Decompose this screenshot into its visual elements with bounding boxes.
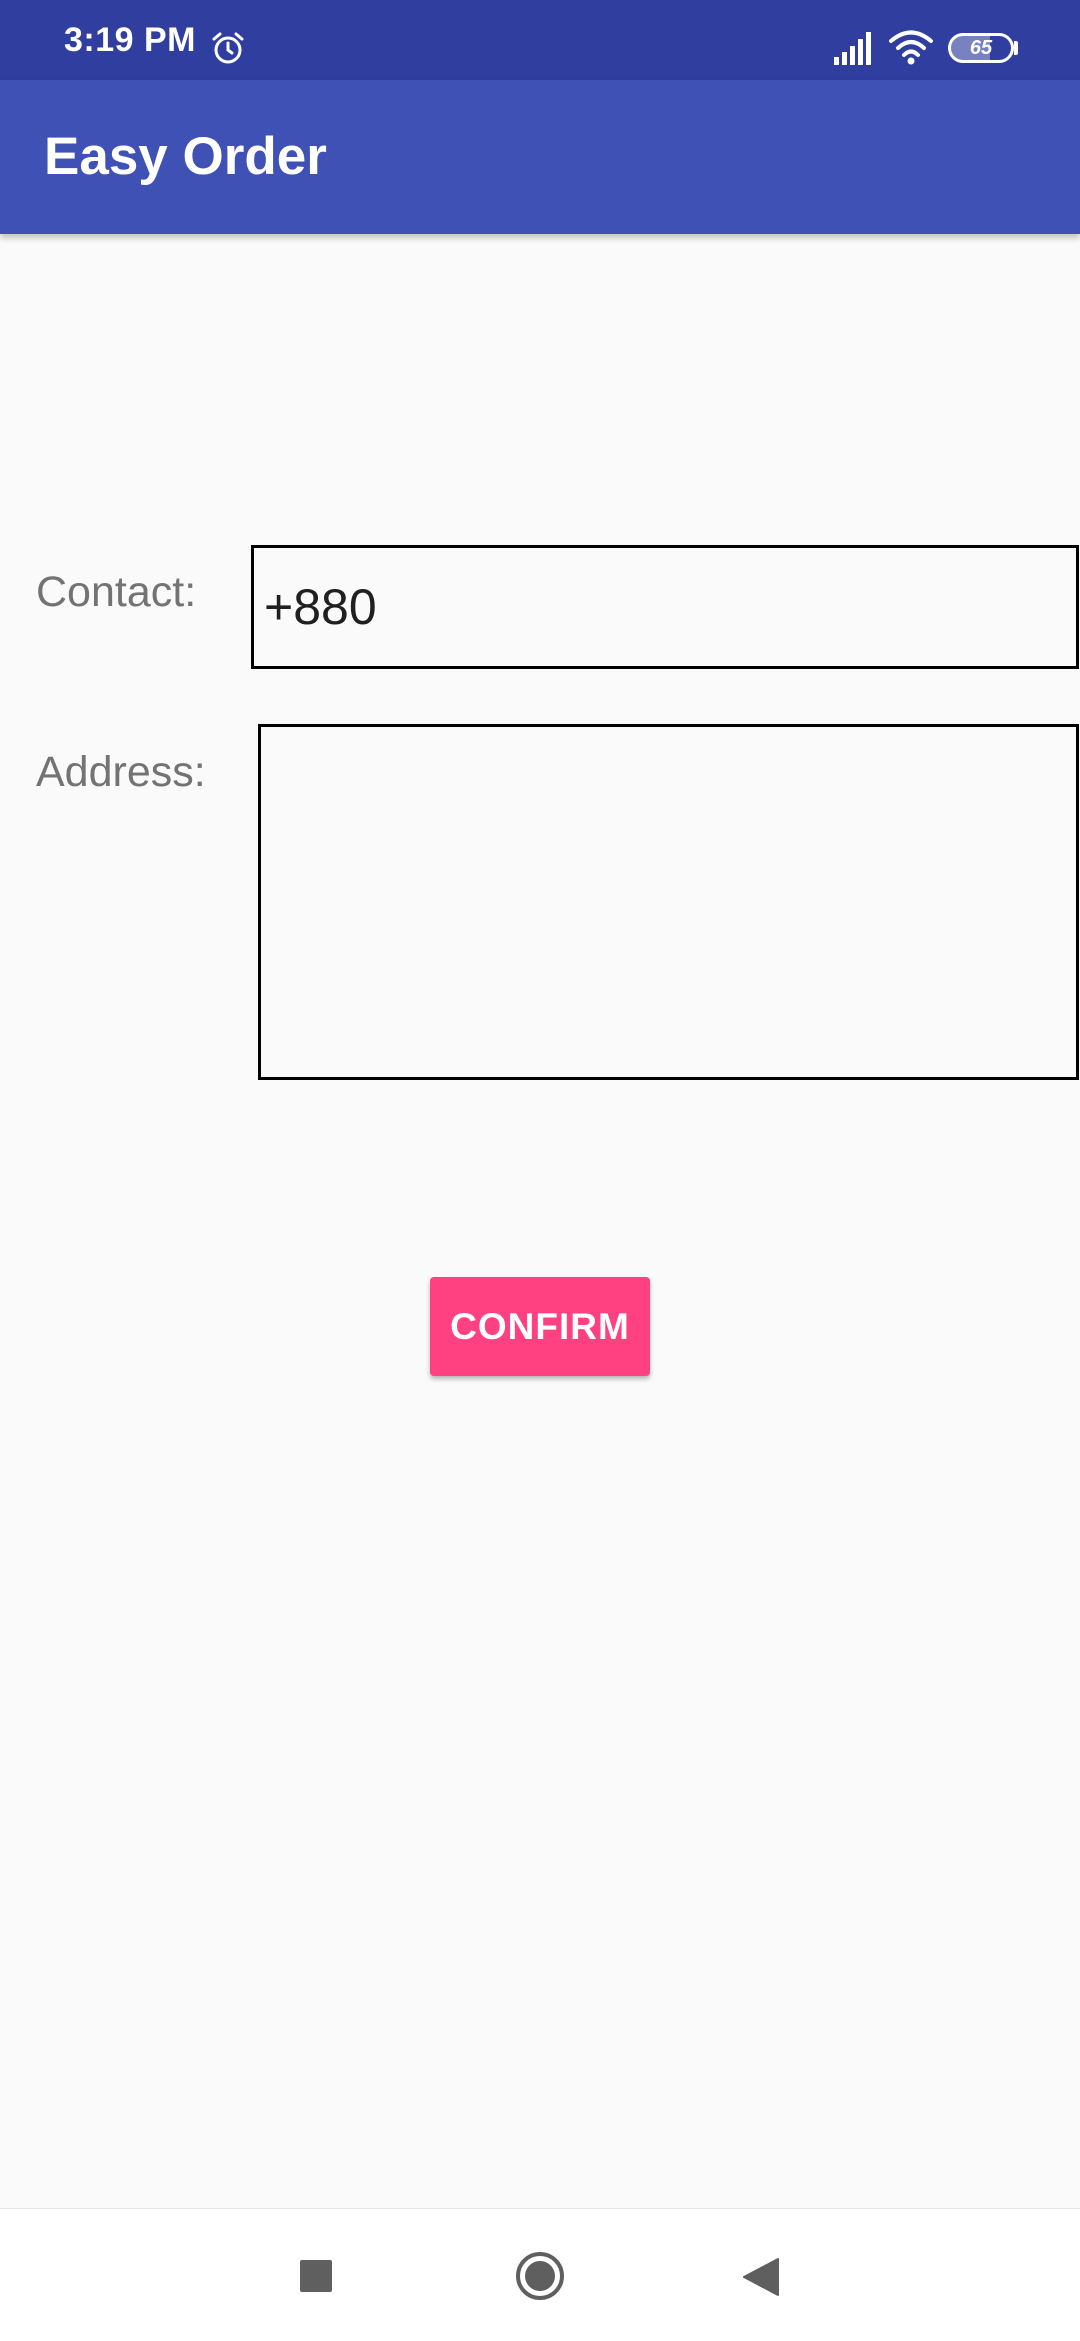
contact-input[interactable] xyxy=(251,545,1079,669)
battery-icon: 65 xyxy=(948,33,1014,63)
recents-square-icon[interactable] xyxy=(300,2260,332,2292)
app-bar: Easy Order xyxy=(0,80,1080,234)
battery-tip xyxy=(1014,41,1018,55)
back-triangle-icon[interactable] xyxy=(742,2257,780,2297)
status-bar: 3:19 PM 65 xyxy=(0,0,1080,80)
signal-icon xyxy=(834,32,871,65)
address-input[interactable] xyxy=(258,724,1079,1080)
address-label: Address: xyxy=(36,748,206,796)
battery-level: 65 xyxy=(969,37,993,59)
navigation-bar xyxy=(0,2208,1080,2341)
app-title: Easy Order xyxy=(44,127,327,186)
wifi-icon xyxy=(889,30,933,65)
contact-label: Contact: xyxy=(36,568,197,616)
status-time: 3:19 PM xyxy=(64,21,196,59)
alarm-icon xyxy=(212,32,244,64)
home-circle-icon[interactable] xyxy=(514,2250,566,2302)
confirm-button[interactable]: CONFIRM xyxy=(430,1277,650,1376)
